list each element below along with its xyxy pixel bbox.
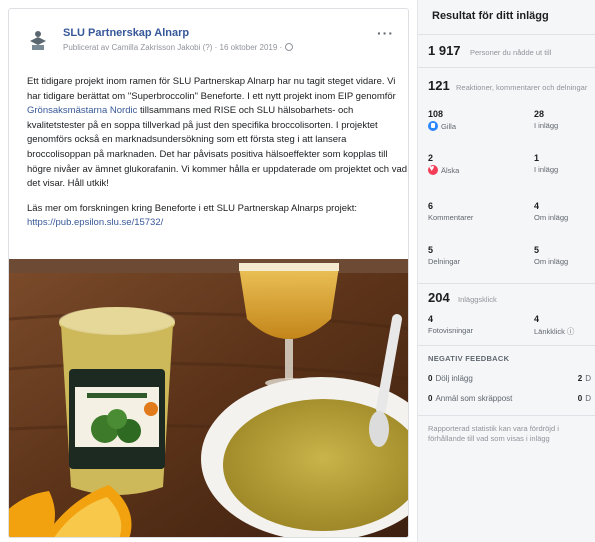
unlike-page-label: D xyxy=(585,394,591,403)
shares-cell: 5 Delningar xyxy=(428,245,508,266)
love-label: Älska xyxy=(441,166,460,175)
shares-on-post-cell: 5 Om inlägg xyxy=(534,245,595,266)
negative-feedback-title: NEGATIV FEEDBACK xyxy=(428,354,510,363)
likes-total-cell: 108 Gilla xyxy=(428,109,508,131)
stats-footnote: Rapporterad statistik kan vara fördröjd … xyxy=(428,424,559,443)
shares-on-post-label: Om inlägg xyxy=(534,257,569,266)
gronsaksmastarna-link[interactable]: Grönsaksmästarna Nordic xyxy=(27,105,137,116)
post-insights-panel: Resultat för ditt inlägg 1 917 Personer … xyxy=(417,0,595,542)
comments-cell: 6 Kommentarer xyxy=(428,201,508,222)
negative-row-hide-post: 0 Dölj inlägg 2D xyxy=(428,374,591,383)
post-paragraph-2: Läs mer om forskningen kring Beneforte i… xyxy=(27,202,408,231)
likes-on-post-label: I inlägg xyxy=(534,121,559,130)
love-total-cell: 2 Älska xyxy=(428,153,508,175)
report-spam-value: 0 xyxy=(428,394,433,403)
photo-views-cell: 4 Fotovisningar xyxy=(428,314,508,335)
photo-views-value: 4 xyxy=(428,314,434,324)
facebook-post: SLU Partnerskap Alnarp Publicerat av Cam… xyxy=(8,8,409,538)
love-on-post-cell: 1 I inlägg xyxy=(534,153,595,174)
post-text: Ett tidigare projekt inom ramen för SLU … xyxy=(27,75,408,241)
hide-post-value: 0 xyxy=(428,374,433,383)
slu-logo-avatar[interactable] xyxy=(25,27,51,53)
comments-on-post-label: Om inlägg xyxy=(534,213,569,222)
engagement-section: 121 Reaktioner, kommentarer och delninga… xyxy=(418,67,595,103)
epsilon-link[interactable]: https://pub.epsilon.slu.se/15732/ xyxy=(27,217,163,228)
more-options-icon[interactable]: ··· xyxy=(377,25,394,41)
comments-on-post-value: 4 xyxy=(534,201,540,211)
shares-on-post-value: 5 xyxy=(534,245,540,255)
love-total-value: 2 xyxy=(428,153,434,163)
paragraph-1-text: Ett tidigare projekt inom ramen för SLU … xyxy=(27,76,396,102)
comments-label: Kommentarer xyxy=(428,213,474,222)
unlike-page-value: 0 xyxy=(577,394,583,403)
clicks-value: 204 xyxy=(428,290,450,305)
report-spam-label: Anmäl som skräppost xyxy=(435,394,513,403)
clicks-section: 204 Inläggsklick 4 Fotovisningar 4 Länkk… xyxy=(418,283,595,345)
link-clicks-cell[interactable]: 4 Länkklick ⓘ xyxy=(534,314,595,337)
post-header: SLU Partnerskap Alnarp Publicerat av Cam… xyxy=(21,23,398,59)
reach-section: 1 917 Personer du nådde ut till xyxy=(418,34,595,67)
comments-on-post-cell: 4 Om inlägg xyxy=(534,201,595,222)
footnote-section: Rapporterad statistik kan vara fördröjd … xyxy=(418,415,595,475)
reach-value: 1 917 xyxy=(428,43,461,58)
page-name-link[interactable]: SLU Partnerskap Alnarp xyxy=(63,27,189,39)
love-icon xyxy=(428,163,438,175)
post-meta-text: Publicerat av Camilla Zakrisson Jakobi (… xyxy=(63,43,283,52)
link-clicks-label: Länkklick ⓘ xyxy=(534,327,575,336)
paragraph-1-tail: tillsammans med RISE och SLU hälsobarhet… xyxy=(27,105,408,190)
likes-total-value: 108 xyxy=(428,109,444,119)
photo-views-label: Fotovisningar xyxy=(428,326,474,335)
likes-on-post-cell: 28 I inlägg xyxy=(534,109,595,130)
like-icon xyxy=(428,121,438,131)
likes-label: Gilla xyxy=(441,122,457,131)
post-meta: Publicerat av Camilla Zakrisson Jakobi (… xyxy=(63,43,294,52)
engagement-value: 121 xyxy=(428,78,450,93)
hide-all-label: D xyxy=(585,374,591,383)
reactions-grid: 108 Gilla 28 I inlägg 2 Älska 1 I inlägg… xyxy=(418,103,595,283)
link-clicks-value: 4 xyxy=(534,314,540,324)
globe-icon xyxy=(285,43,294,51)
shares-value: 5 xyxy=(428,245,434,255)
paragraph-2-text: Läs mer om forskningen kring Beneforte i… xyxy=(27,202,358,214)
comments-value: 6 xyxy=(428,201,434,211)
love-on-post-value: 1 xyxy=(534,153,540,163)
shares-label: Delningar xyxy=(428,257,461,266)
post-paragraph-1: Ett tidigare projekt inom ramen för SLU … xyxy=(27,75,408,192)
love-on-post-label: I inlägg xyxy=(534,165,559,174)
negative-row-report-spam: 0 Anmäl som skräppost 0D xyxy=(428,394,591,403)
insights-title: Resultat för ditt inlägg xyxy=(432,10,549,22)
reach-label: Personer du nådde ut till xyxy=(470,48,552,57)
engagement-label: Reaktioner, kommentarer och delningar xyxy=(456,83,588,92)
likes-on-post-value: 28 xyxy=(534,109,545,119)
hide-post-label: Dölj inlägg xyxy=(435,374,473,383)
clicks-label: Inläggsklick xyxy=(458,295,497,304)
hide-all-value: 2 xyxy=(577,374,583,383)
post-photo[interactable] xyxy=(9,259,409,538)
negative-feedback-section: NEGATIV FEEDBACK 0 Dölj inlägg 2D 0 Anmäl … xyxy=(418,345,595,415)
